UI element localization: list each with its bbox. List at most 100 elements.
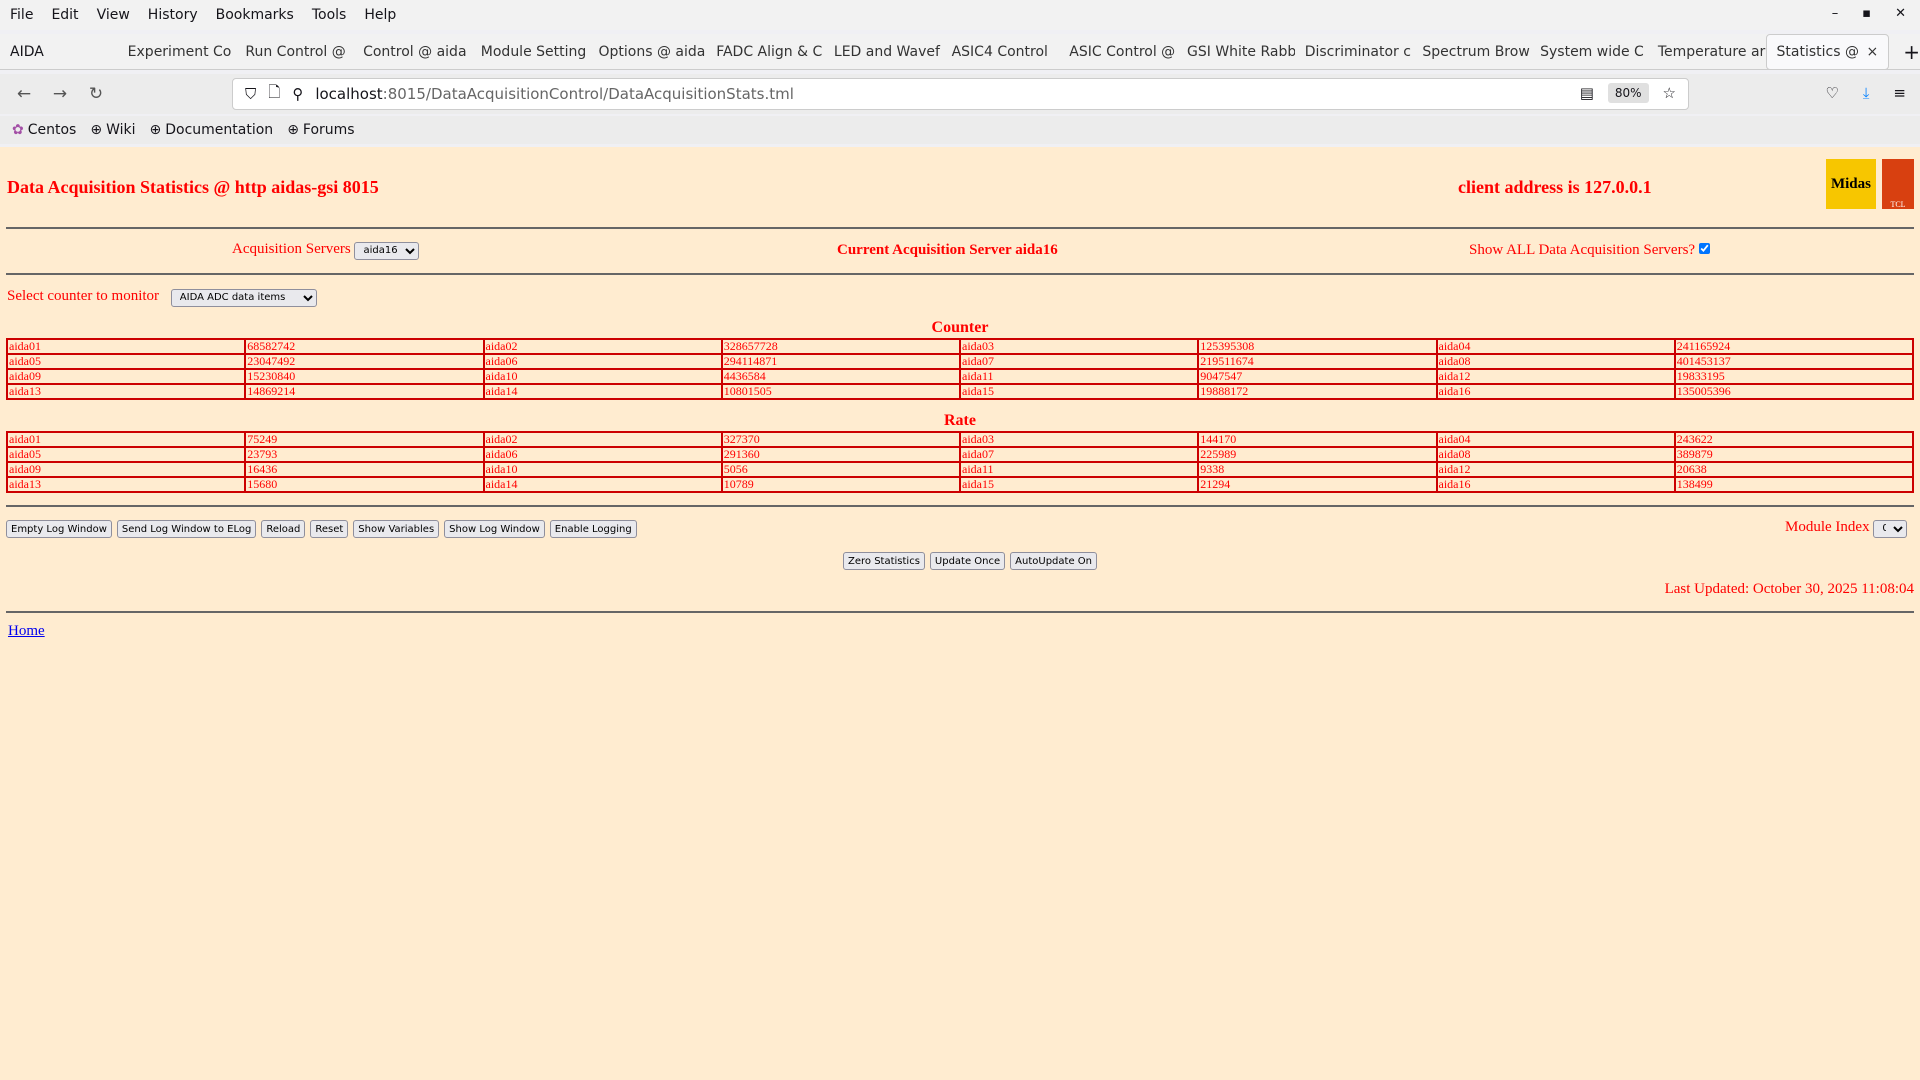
tab[interactable]: Module Setting (471, 44, 589, 60)
home-link[interactable]: Home (8, 623, 45, 640)
bookmark-centos[interactable]: ✿ Centos (12, 122, 76, 138)
reset-button[interactable]: Reset (310, 520, 349, 538)
show-log-window-button[interactable]: Show Log Window (444, 520, 545, 538)
enable-logging-button[interactable]: Enable Logging (549, 520, 637, 538)
counter-value: 225989 (1197, 446, 1438, 463)
tab[interactable]: Run Control @ (235, 44, 353, 60)
permissions-icon[interactable]: ⚲ (292, 85, 303, 103)
bookmark-wiki[interactable]: ⊕ Wiki (90, 122, 135, 138)
reader-view-icon[interactable]: ▤ (1580, 84, 1594, 102)
shield-icon[interactable]: ⛉ (245, 85, 256, 103)
counter-value: 68582742 (244, 338, 485, 355)
reload-button[interactable]: Reload (261, 520, 306, 538)
nav-bar: ← → ↻ ⛉ 🗋 ⚲ localhost:8015/DataAcquisiti… (0, 74, 1920, 114)
module-index-label: Module Index (1785, 519, 1870, 535)
menu-edit[interactable]: Edit (51, 7, 78, 23)
tab[interactable]: ASIC4 Control (942, 44, 1060, 60)
server-name: aida08 (1435, 446, 1676, 463)
new-tab-icon[interactable]: + (1903, 40, 1920, 64)
url-bar[interactable]: ⛉ 🗋 ⚲ localhost:8015/DataAcquisitionCont… (232, 78, 1689, 110)
bookmark-label: Documentation (165, 122, 274, 138)
server-name: aida11 (958, 368, 1200, 385)
server-name: aida04 (1435, 338, 1676, 355)
counter-value: 10801505 (720, 383, 962, 400)
table-row: aida01 68582742 aida02 328657728 aida03 12539… (5, 338, 1915, 355)
zoom-level[interactable]: 80% (1607, 83, 1649, 103)
table-row: aida05 23793 aida06 291360 aida07 225989 aida0… (5, 446, 1915, 463)
send-log-window-to-elog-button[interactable]: Send Log Window to ELog (116, 520, 257, 538)
tcl-logo: TCL (1882, 159, 1914, 209)
show-variables-button[interactable]: Show Variables (353, 520, 440, 538)
server-name: aida12 (1435, 461, 1676, 478)
maximize-icon[interactable]: ▪ (1862, 6, 1871, 21)
server-name: aida12 (1435, 368, 1676, 385)
counter-value: 16436 (244, 461, 485, 478)
counter-value: 19888172 (1197, 383, 1438, 400)
bookmark-documentation[interactable]: ⊕ Documentation (150, 122, 274, 138)
tab[interactable]: LED and Wavef (824, 44, 942, 60)
server-name: aida05 (5, 353, 247, 370)
show-all-label: Show ALL Data Acquisition Servers? (1469, 242, 1696, 258)
bookmark-star-icon[interactable]: ☆ (1663, 84, 1676, 102)
select-counter: Select counter to monitor AIDA ADC data … (7, 288, 317, 307)
bookmark-forums[interactable]: ⊕ Forums (287, 122, 354, 138)
server-name: aida09 (5, 461, 247, 478)
server-name: aida01 (5, 431, 247, 448)
update-once-button[interactable]: Update Once (929, 552, 1006, 570)
midas-logo: Midas (1826, 159, 1876, 209)
counter-value: 243622 (1673, 431, 1915, 448)
acq-server-select[interactable]: aida16 (354, 241, 420, 260)
counter-value: 9047547 (1197, 368, 1438, 385)
tab-close-icon[interactable]: × (1866, 35, 1878, 69)
page-icon: 🗋 (268, 82, 281, 101)
window-controls: – ▪ ✕ (1832, 6, 1906, 21)
server-name: aida16 (1435, 476, 1676, 493)
tab[interactable]: Experiment Co (118, 44, 236, 60)
hamburger-menu-icon[interactable]: ≡ (1893, 84, 1906, 102)
tab[interactable]: Spectrum Brow (1412, 44, 1530, 60)
tab[interactable]: Options @ aida (588, 44, 706, 60)
menu-help[interactable]: Help (364, 7, 396, 23)
reload-icon[interactable]: ↻ (78, 84, 114, 104)
menu-view[interactable]: View (97, 7, 130, 23)
autoupdate-on-button[interactable]: AutoUpdate On (1010, 552, 1097, 570)
counter-value: 401453137 (1673, 353, 1915, 370)
download-icon[interactable]: ⤓ (1863, 84, 1870, 102)
tab-active[interactable]: Statistics @ × (1765, 33, 1890, 70)
table-row: aida09 15230840 aida10 4436584 aida11 9047547… (5, 368, 1915, 385)
menu-file[interactable]: File (10, 7, 33, 23)
counter-value: 241165924 (1673, 338, 1915, 355)
back-icon[interactable]: ← (6, 84, 42, 104)
tab[interactable]: FADC Align & C (706, 44, 824, 60)
counter-value: 135005396 (1673, 383, 1915, 400)
tab[interactable]: GSI White Rabb (1177, 44, 1295, 60)
tab[interactable]: System wide C (1530, 44, 1648, 60)
tab[interactable]: ASIC Control @ (1059, 44, 1177, 60)
forward-icon[interactable]: → (42, 84, 78, 104)
show-all-checkbox[interactable] (1698, 243, 1710, 254)
tab-bar: AIDA Experiment Co Run Control @ Control @… (0, 33, 1920, 70)
server-name: aida15 (958, 383, 1200, 400)
minimize-icon[interactable]: – (1832, 6, 1839, 21)
counter-table: aida01 68582742 aida02 328657728 aida03 12539… (5, 338, 1915, 400)
logos: Midas TCL (1826, 159, 1914, 209)
bookmark-label: Wiki (106, 122, 136, 138)
tab[interactable]: Control @ aida (353, 44, 471, 60)
centos-icon: ✿ (12, 122, 24, 138)
tab[interactable]: Discriminator c (1295, 44, 1413, 60)
server-name: aida13 (5, 476, 247, 493)
close-icon[interactable]: ✕ (1895, 6, 1906, 21)
counter-value: 327370 (720, 431, 962, 448)
tab[interactable]: Temperature ar (1648, 44, 1766, 60)
zero-statistics-button[interactable]: Zero Statistics (843, 552, 925, 570)
menu-bookmarks[interactable]: Bookmarks (216, 7, 294, 23)
divider (6, 611, 1914, 613)
counter-select[interactable]: AIDA ADC data items (170, 288, 317, 307)
pocket-icon[interactable]: ♡ (1825, 84, 1838, 102)
menu-history[interactable]: History (148, 7, 198, 23)
menu-tools[interactable]: Tools (312, 7, 347, 23)
select-counter-label: Select counter to monitor (7, 288, 160, 304)
counter-value: 9338 (1197, 461, 1438, 478)
module-index-select[interactable]: 0 (1873, 519, 1908, 538)
empty-log-window-button[interactable]: Empty Log Window (6, 520, 112, 538)
